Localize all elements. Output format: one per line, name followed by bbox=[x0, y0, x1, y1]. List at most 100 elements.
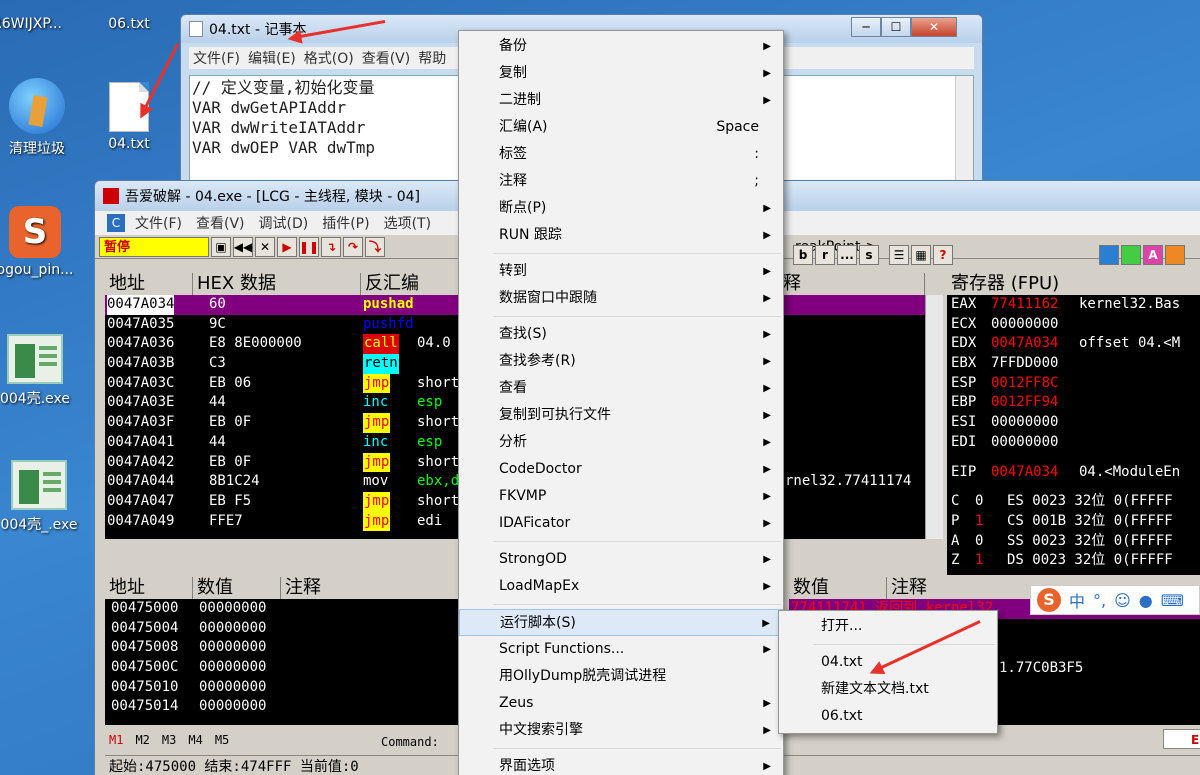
desktop-icon-cleaner[interactable]: 清理垃圾 bbox=[0, 78, 82, 158]
olly-menu-file[interactable]: 文件(F) bbox=[131, 213, 186, 233]
plugin-blue-icon[interactable] bbox=[1099, 245, 1119, 265]
olly-menu-debug[interactable]: 调试(D) bbox=[255, 213, 313, 233]
register-row[interactable]: ECX 00000000 bbox=[951, 315, 1200, 335]
menu-item[interactable]: 复制到可执行文件 ▶ bbox=[459, 402, 783, 429]
rewind-icon[interactable]: ◀◀ bbox=[233, 236, 253, 257]
menu-item[interactable]: 界面选项 ▶ bbox=[459, 753, 783, 775]
tab-m1[interactable]: M1 bbox=[109, 733, 123, 747]
close-button[interactable]: ✕ bbox=[911, 17, 957, 37]
desktop-icon-004exe[interactable]: 004壳.exe bbox=[0, 334, 80, 408]
menu-item[interactable]: 备份 ▶ bbox=[459, 33, 783, 60]
menu-item[interactable]: 断点(P) ▶ bbox=[459, 195, 783, 222]
ime-punct[interactable]: °, bbox=[1093, 591, 1106, 610]
register-row[interactable]: ESP 0012FF8C bbox=[951, 374, 1200, 394]
minimize-button[interactable]: ─ bbox=[851, 17, 881, 37]
tab-m4[interactable]: M4 bbox=[188, 733, 202, 747]
desktop-icon-r6[interactable]: R6WIJXP... bbox=[0, 0, 72, 32]
grid-icon[interactable]: ▦ bbox=[911, 245, 931, 265]
cpu-header-disasm[interactable]: 反汇编 bbox=[361, 273, 461, 296]
registers-header[interactable]: 寄存器 (FPU) bbox=[947, 273, 1200, 296]
step-into-icon[interactable]: ↴ bbox=[321, 236, 341, 257]
tb-s-button[interactable]: s bbox=[859, 245, 879, 265]
dump-row[interactable]: 00475004 00000000 bbox=[105, 619, 461, 639]
menu-item[interactable]: 标签: bbox=[459, 141, 783, 168]
menu-item[interactable]: 二进制 ▶ bbox=[459, 87, 783, 114]
stack-header-value[interactable]: 数值 bbox=[789, 577, 887, 600]
register-row[interactable]: EDX 0047A034 offset 04.<M bbox=[951, 334, 1200, 354]
dump-row[interactable]: 00475010 00000000 bbox=[105, 678, 461, 698]
notepad-menu-file[interactable]: 文件(F) bbox=[189, 48, 244, 68]
tab-m5[interactable]: M5 bbox=[215, 733, 229, 747]
close-icon[interactable]: ✕ bbox=[255, 236, 275, 257]
dump-row[interactable]: 00475014 00000000 bbox=[105, 697, 461, 717]
dump-row[interactable]: 0047500C 00000000 bbox=[105, 658, 461, 678]
menu-item[interactable]: Script Functions... ▶ bbox=[459, 636, 783, 663]
dump-header-comment[interactable]: 注释 bbox=[281, 577, 461, 600]
pause-icon[interactable]: ❚❚ bbox=[299, 236, 319, 257]
dump-header-value[interactable]: 数值 bbox=[193, 577, 281, 600]
menu-item[interactable]: 新建文本文档.txt bbox=[779, 676, 997, 703]
notepad-menu-edit[interactable]: 编辑(E) bbox=[244, 48, 300, 68]
mic-icon[interactable]: ● bbox=[1139, 591, 1153, 610]
tb-r-button[interactable]: r bbox=[815, 245, 835, 265]
menu-item[interactable]: FKVMP ▶ bbox=[459, 483, 783, 510]
keyboard-icon[interactable]: ⌨ bbox=[1161, 591, 1184, 610]
menu-item[interactable]: LoadMapEx ▶ bbox=[459, 573, 783, 600]
trace-icon[interactable]: ⤵ bbox=[365, 236, 385, 257]
sogou-ime-icon[interactable]: S bbox=[1037, 588, 1061, 612]
flag-row[interactable]: A 0 SS 0023 32位 0(FFFFF bbox=[951, 532, 1200, 552]
menu-item[interactable]: CodeDoctor ▶ bbox=[459, 456, 783, 483]
register-row[interactable]: EBX 7FFDD000 bbox=[951, 354, 1200, 374]
notepad-vscroll[interactable] bbox=[955, 76, 973, 192]
flag-row[interactable]: Z 1 DS 0023 32位 0(FFFFF bbox=[951, 551, 1200, 571]
menu-item[interactable]: 查找(S) ▶ bbox=[459, 321, 783, 348]
cpu-header-hex[interactable]: HEX 数据 bbox=[193, 273, 361, 296]
dump-row[interactable]: 00475008 00000000 bbox=[105, 638, 461, 658]
dump-pane[interactable]: 00475000 00000000 00475004 00000000 00475008… bbox=[105, 599, 461, 725]
disasm-vscroll[interactable] bbox=[925, 295, 943, 539]
help-icon[interactable]: ? bbox=[933, 245, 953, 265]
plugin-green-icon[interactable] bbox=[1121, 245, 1141, 265]
menu-item[interactable]: StrongOD ▶ bbox=[459, 546, 783, 573]
menu-item[interactable]: RUN 跟踪 ▶ bbox=[459, 222, 783, 249]
ime-lang[interactable]: 中 bbox=[1069, 588, 1085, 612]
notepad-menu-view[interactable]: 查看(V) bbox=[358, 48, 415, 68]
desktop-icon-06txt[interactable]: 06.txt bbox=[84, 0, 174, 32]
dump-row[interactable]: 00475000 00000000 bbox=[105, 599, 461, 619]
plugin-a-icon[interactable]: A bbox=[1143, 245, 1163, 265]
cpu-header-comment[interactable]: 释 bbox=[779, 273, 925, 296]
register-row[interactable]: EDI 00000000 bbox=[951, 433, 1200, 453]
tb-b-button[interactable]: b bbox=[793, 245, 813, 265]
menu-item[interactable]: 转到 ▶ bbox=[459, 258, 783, 285]
notepad-menu-help[interactable]: 帮助 bbox=[414, 48, 450, 68]
menu-item[interactable]: 查看 ▶ bbox=[459, 375, 783, 402]
tb-dots-button[interactable]: ... bbox=[837, 245, 857, 265]
desktop-icon-004exe2[interactable]: 004壳_.exe bbox=[0, 460, 84, 534]
menu-item[interactable]: 用OllyDump脱壳调试进程 bbox=[459, 663, 783, 690]
open-icon[interactable]: ▣ bbox=[211, 236, 231, 257]
maximize-button[interactable]: ☐ bbox=[881, 17, 911, 37]
cpu-header-address[interactable]: 地址 bbox=[105, 273, 193, 296]
step-over-icon[interactable]: ↷ bbox=[343, 236, 363, 257]
menu-item[interactable]: 汇编(A) Space bbox=[459, 114, 783, 141]
olly-menu-options[interactable]: 选项(T) bbox=[380, 213, 435, 233]
notepad-menu-format[interactable]: 格式(O) bbox=[300, 48, 358, 68]
flag-row[interactable]: P 1 CS 001B 32位 0(FFFFF bbox=[951, 512, 1200, 532]
menu-item[interactable]: 注释; bbox=[459, 168, 783, 195]
menu-item[interactable]: 中文搜索引擎 ▶ bbox=[459, 717, 783, 744]
tab-m3[interactable]: M3 bbox=[162, 733, 176, 747]
register-row[interactable]: EAX 77411162 kernel32.Bas bbox=[951, 295, 1200, 315]
emoji-icon[interactable]: ☺ bbox=[1114, 591, 1131, 610]
desktop-icon-04txt[interactable]: 04.txt bbox=[84, 82, 174, 152]
menu-item[interactable]: 查找参考(R) ▶ bbox=[459, 348, 783, 375]
olly-menu-view[interactable]: 查看(V) bbox=[192, 213, 249, 233]
menu-item[interactable]: 运行脚本(S) ▶ bbox=[459, 609, 783, 636]
desktop-icon-sogou[interactable]: S ogou_pin... bbox=[0, 206, 80, 278]
menu-item[interactable]: 分析 ▶ bbox=[459, 429, 783, 456]
tab-m2[interactable]: M2 bbox=[135, 733, 149, 747]
menu-item[interactable]: Zeus ▶ bbox=[459, 690, 783, 717]
menu-item[interactable]: 数据窗口中跟随 ▶ bbox=[459, 285, 783, 312]
eip-row[interactable]: EIP 0047A034 04.<ModuleEn bbox=[951, 463, 1200, 483]
registers-pane[interactable]: EAX 77411162 kernel32.Bas ECX 00000000 EDX 004… bbox=[947, 295, 1200, 575]
register-row[interactable]: ESI 00000000 bbox=[951, 413, 1200, 433]
